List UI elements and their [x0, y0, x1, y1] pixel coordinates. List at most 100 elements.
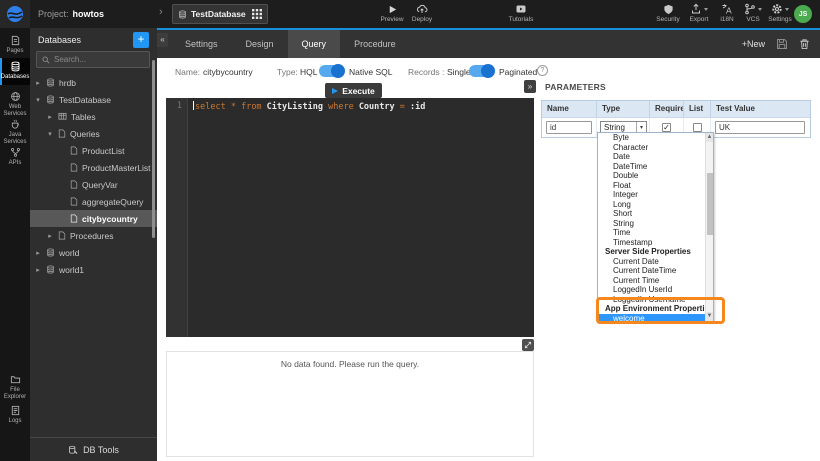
records-option-paginated[interactable]: Paginated — [499, 67, 537, 77]
shield-icon — [663, 4, 674, 15]
scroll-down-icon[interactable]: ▼ — [706, 312, 713, 321]
dropdown-option[interactable]: Current Date — [598, 257, 713, 267]
delete-icon[interactable] — [799, 38, 810, 50]
tree-item-productmasterlist[interactable]: ProductMasterList — [30, 159, 157, 176]
code-line: select * from CityListing where Country … — [189, 98, 534, 113]
list-checkbox[interactable] — [693, 123, 702, 132]
tree-item-world[interactable]: ▸ world — [30, 244, 157, 261]
db-tools-button[interactable]: DB Tools — [30, 437, 157, 461]
chevron-down-icon[interactable]: ▾ — [34, 96, 42, 104]
chevron-right-icon[interactable]: ▸ — [46, 113, 54, 121]
dropdown-option[interactable]: Current DateTime — [598, 266, 713, 276]
type-option-native-sql[interactable]: Native SQL — [349, 67, 392, 77]
dropdown-option[interactable]: Integer — [598, 190, 713, 200]
save-icon[interactable] — [776, 38, 788, 50]
scrollbar-thumb[interactable] — [707, 173, 713, 235]
tree-item-label: ProductList — [82, 146, 125, 156]
chevron-down-icon — [785, 8, 789, 11]
execute-button[interactable]: Execute — [325, 83, 382, 98]
tree-item-queryvar[interactable]: QueryVar — [30, 176, 157, 193]
chevron-right-icon[interactable]: ▸ — [46, 232, 54, 240]
chevron-right-icon[interactable]: ▸ — [34, 79, 42, 87]
databases-panel: Databases + ▸ hrdb ▾ TestDatabase ▸ — [30, 28, 157, 461]
tab-settings[interactable]: Settings — [171, 30, 232, 58]
database-icon — [46, 248, 55, 257]
tree-item-world1[interactable]: ▸ world1 — [30, 261, 157, 278]
tree-item-citybycountry[interactable]: citybycountry — [30, 210, 157, 227]
dropdown-option[interactable]: Time — [598, 228, 713, 238]
dropdown-option[interactable]: Timestamp — [598, 238, 713, 248]
new-query-button[interactable]: +New — [742, 39, 765, 49]
user-avatar[interactable]: JS — [794, 5, 812, 23]
dropdown-option[interactable]: String — [598, 219, 713, 229]
chevron-right-icon[interactable]: ▸ — [34, 249, 42, 257]
collapse-parameters-button[interactable]: » — [524, 80, 536, 93]
chevron-down-icon[interactable]: ▾ — [46, 130, 54, 138]
required-checkbox[interactable]: ✓ — [662, 123, 671, 132]
tree-item-hrdb[interactable]: ▸ hrdb — [30, 74, 157, 91]
cloud-upload-icon — [416, 3, 428, 15]
add-database-button[interactable]: + — [133, 32, 149, 48]
sidebar-item-web-services[interactable]: Web Services — [0, 88, 30, 117]
tree-item-procedures[interactable]: ▸ Procedures — [30, 227, 157, 244]
database-selector[interactable]: TestDatabase — [172, 4, 268, 24]
sidebar-item-apis[interactable]: APIs — [0, 144, 30, 167]
sidebar-item-label: Pages — [6, 48, 23, 55]
project-label: Project: — [38, 9, 69, 19]
tree-item-label: QueryVar — [82, 180, 118, 190]
dropdown-option[interactable]: DateTime — [598, 162, 713, 172]
dropdown-option[interactable]: Float — [598, 181, 713, 191]
search-input[interactable] — [54, 55, 144, 64]
dropdown-option[interactable]: LoggedIn Username — [598, 295, 713, 305]
query-name-value[interactable]: citybycountry — [203, 67, 253, 77]
type-option-hql[interactable]: HQL — [300, 67, 317, 77]
tree-item-queries[interactable]: ▾ Queries — [30, 125, 157, 142]
tree-scrollbar[interactable] — [152, 60, 155, 238]
records-option-single[interactable]: Single — [447, 67, 471, 77]
tab-query[interactable]: Query — [288, 30, 341, 58]
translate-icon: A — [721, 3, 733, 15]
log-file-icon — [10, 405, 21, 416]
dropdown-scrollbar[interactable]: ▲ ▼ — [705, 133, 713, 321]
type-toggle[interactable] — [319, 65, 344, 77]
expand-editor-icon[interactable] — [522, 339, 534, 351]
sidebar-item-logs[interactable]: Logs — [0, 402, 30, 425]
search-box — [36, 51, 150, 68]
file-icon — [58, 231, 66, 240]
tab-procedure[interactable]: Procedure — [340, 30, 410, 58]
tree-item-tables[interactable]: ▸ Tables — [30, 108, 157, 125]
param-name-input[interactable] — [546, 121, 592, 134]
tree-item-testdatabase[interactable]: ▾ TestDatabase — [30, 91, 157, 108]
table-icon — [58, 112, 67, 121]
wavemaker-logo[interactable] — [0, 0, 30, 28]
deploy-button[interactable]: Deploy — [404, 3, 440, 23]
tree-item-productlist[interactable]: ProductList — [30, 142, 157, 159]
dropdown-option[interactable]: Short — [598, 209, 713, 219]
param-test-value-input[interactable] — [715, 121, 805, 134]
dropdown-option[interactable]: Character — [598, 143, 713, 153]
dropdown-option-welcome[interactable]: welcome — [598, 314, 705, 324]
tree-item-aggregatequery[interactable]: aggregateQuery — [30, 193, 157, 210]
settings-button[interactable]: Settings — [762, 3, 798, 23]
dropdown-option[interactable]: LoggedIn UserId — [598, 285, 713, 295]
help-icon[interactable]: ? — [537, 65, 548, 76]
chevron-right-icon[interactable]: ▸ — [34, 266, 42, 274]
dropdown-option[interactable]: Current Time — [598, 276, 713, 286]
sidebar-item-pages[interactable]: Pages — [0, 32, 30, 55]
sidebar-item-file-explorer[interactable]: File Explorer — [0, 371, 30, 400]
dropdown-option[interactable]: Long — [598, 200, 713, 210]
collapse-panel-button[interactable]: « — [157, 33, 168, 47]
tutorials-button[interactable]: Tutorials — [503, 3, 539, 23]
scroll-up-icon[interactable]: ▲ — [706, 133, 713, 142]
dropdown-option[interactable]: Double — [598, 171, 713, 181]
database-icon — [46, 95, 55, 104]
sql-editor[interactable]: 1 select * from CityListing where Countr… — [166, 98, 534, 337]
dropdown-option[interactable]: Byte — [598, 133, 713, 143]
tab-design[interactable]: Design — [232, 30, 288, 58]
sidebar-item-databases[interactable]: Databases — [0, 58, 30, 85]
records-toggle[interactable] — [469, 65, 494, 77]
sidebar-item-java-services[interactable]: Java Services — [0, 116, 30, 145]
panel-title: Databases — [38, 35, 81, 45]
dropdown-option[interactable]: Date — [598, 152, 713, 162]
db-tools-label: DB Tools — [83, 445, 119, 455]
